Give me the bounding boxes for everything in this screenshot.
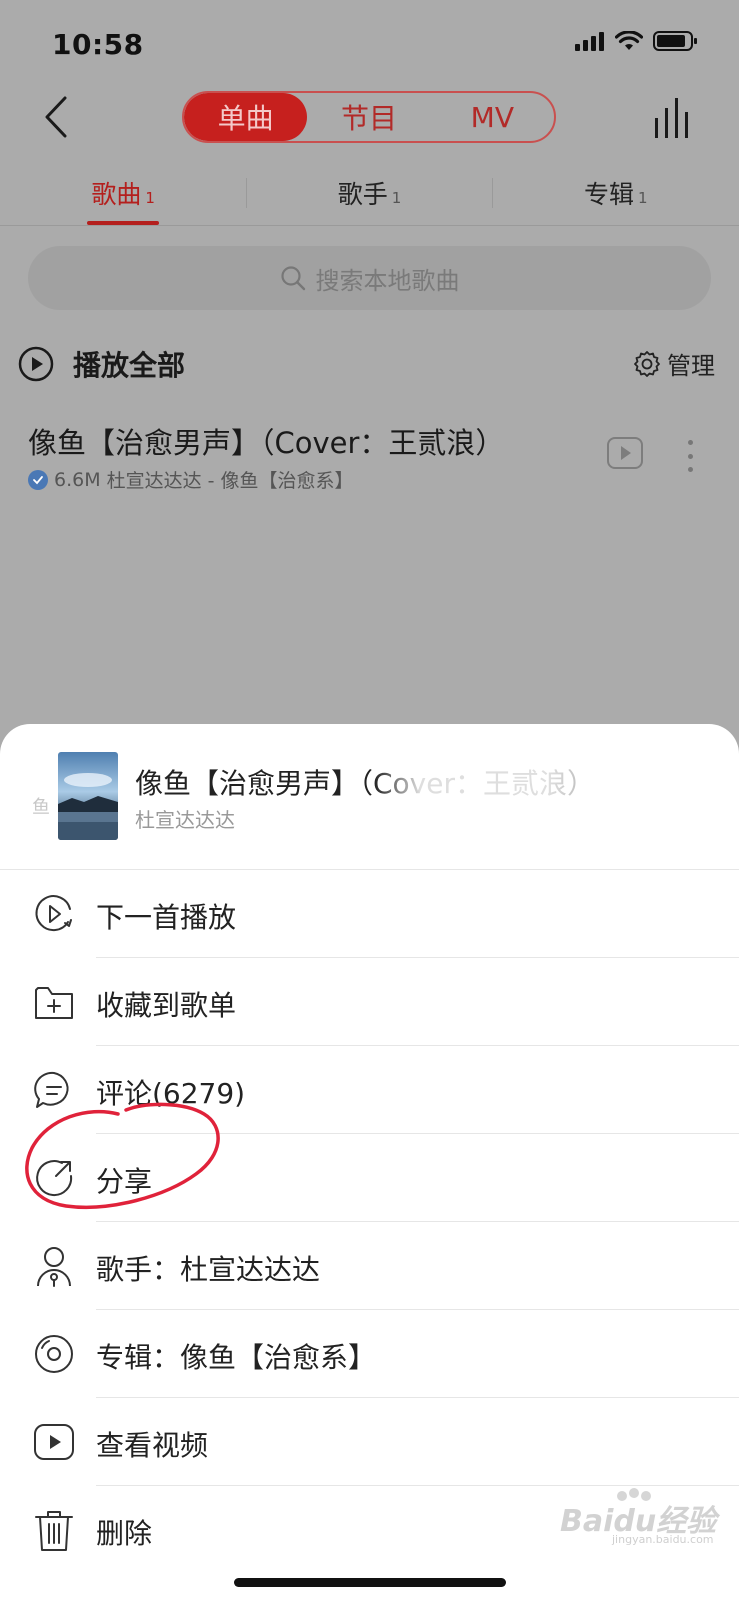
battery-icon bbox=[653, 31, 697, 51]
album-cover bbox=[58, 752, 118, 840]
play-next-icon bbox=[35, 895, 72, 932]
song-size: 6.6M bbox=[54, 468, 101, 491]
tab-divider bbox=[246, 178, 247, 208]
song-meta: 6.6M 杜宣达达达 - 像鱼【治愈系】 bbox=[28, 466, 354, 493]
menu-item-watch-video[interactable]: 查看视频 bbox=[0, 1398, 739, 1486]
add-folder-icon bbox=[35, 987, 73, 1019]
menu-label: 歌手：杜宣达达达 bbox=[96, 1253, 321, 1286]
menu-label: 收藏到歌单 bbox=[96, 989, 237, 1022]
back-button[interactable] bbox=[36, 94, 76, 140]
home-indicator bbox=[234, 1578, 506, 1587]
song-artist-album: 杜宣达达达 - 像鱼【治愈系】 bbox=[106, 470, 354, 492]
nav-bar: 单曲 节目 MV bbox=[0, 86, 739, 148]
tab-albums-label: 专辑 bbox=[584, 179, 635, 209]
song-title: 像鱼【治愈男声】（Cover：王贰浪） bbox=[28, 426, 505, 460]
now-playing-button[interactable] bbox=[651, 96, 695, 140]
wifi-icon bbox=[615, 31, 643, 50]
play-circle-icon[interactable] bbox=[18, 346, 54, 382]
cellular-signal-icon bbox=[575, 32, 604, 51]
menu-item-artist[interactable]: 歌手：杜宣达达达 bbox=[0, 1222, 739, 1310]
share-icon bbox=[36, 1160, 73, 1197]
chevron-left-icon bbox=[45, 96, 67, 138]
menu-item-comments[interactable]: 评论(6279) bbox=[0, 1046, 739, 1134]
dot bbox=[687, 453, 693, 459]
song-video-play-icon[interactable] bbox=[606, 434, 644, 472]
menu-label: 分享 bbox=[96, 1165, 153, 1198]
status-icons bbox=[575, 30, 699, 52]
gear-icon bbox=[634, 350, 660, 377]
menu-label: 查看视频 bbox=[96, 1429, 209, 1462]
menu-item-album[interactable]: 专辑：像鱼【治愈系】 bbox=[0, 1310, 739, 1398]
comment-icon bbox=[34, 1071, 69, 1108]
segment-mv[interactable]: MV bbox=[431, 93, 554, 141]
menu-item-share[interactable]: 分享 bbox=[0, 1134, 739, 1222]
segment-program[interactable]: 节目 bbox=[307, 93, 430, 141]
menu-label: 删除 bbox=[96, 1517, 153, 1550]
segment-control: 单曲 节目 MV bbox=[182, 91, 556, 143]
status-bar: 10:58 bbox=[0, 0, 739, 86]
sheet-header: 鱼 像鱼【治愈男声】（Cover：王贰浪） 杜宣达达达 bbox=[0, 724, 739, 870]
menu-item-add-to-playlist[interactable]: 收藏到歌单 bbox=[0, 958, 739, 1046]
song-row[interactable]: 像鱼【治愈男声】（Cover：王贰浪） 6.6M 杜宣达达达 - 像鱼【治愈系】 bbox=[0, 410, 739, 510]
tab-albums[interactable]: 专辑 1 bbox=[493, 160, 739, 225]
search-input[interactable]: 搜索本地歌曲 bbox=[28, 246, 711, 310]
tab-artists-count: 1 bbox=[391, 188, 402, 207]
options-menu: 下一首播放 收藏到歌单 评论(6279) 分享 歌手：杜宣达达达 专辑：像鱼【治… bbox=[0, 870, 739, 1574]
search-placeholder: 搜索本地歌曲 bbox=[315, 266, 460, 295]
sheet-song-title: 像鱼【治愈男声】（Cover：王贰浪） bbox=[135, 767, 595, 800]
menu-label: 下一首播放 bbox=[96, 901, 237, 934]
tab-bar: 歌曲 1 歌手 1 专辑 1 bbox=[0, 160, 739, 226]
equalizer-icon bbox=[655, 98, 688, 138]
video-icon bbox=[34, 1424, 74, 1460]
tab-artists[interactable]: 歌手 1 bbox=[246, 160, 492, 225]
artist-icon bbox=[37, 1247, 71, 1287]
watermark-url: jingyan.baidu.com bbox=[612, 1533, 714, 1546]
downloaded-check-icon bbox=[28, 469, 48, 490]
sheet-song-artist: 杜宣达达达 bbox=[135, 808, 235, 832]
song-options-sheet: 鱼 像鱼【治愈男声】（Cover：王贰浪） 杜宣达达达 下一首播放 收藏到歌单 … bbox=[0, 724, 739, 1600]
tab-songs-label: 歌曲 bbox=[91, 179, 142, 209]
tab-divider bbox=[492, 178, 493, 208]
dot bbox=[687, 440, 693, 445]
more-options-button[interactable] bbox=[678, 436, 702, 476]
segment-single[interactable]: 单曲 bbox=[184, 93, 308, 141]
play-all-row: 播放全部 管理 bbox=[0, 336, 739, 392]
manage-button[interactable]: 管理 bbox=[633, 346, 715, 381]
tab-artists-label: 歌手 bbox=[337, 179, 388, 209]
dot bbox=[687, 467, 693, 472]
search-icon bbox=[280, 266, 305, 291]
tab-songs-count: 1 bbox=[145, 188, 155, 207]
menu-label: 专辑：像鱼【治愈系】 bbox=[96, 1341, 377, 1374]
tab-songs[interactable]: 歌曲 1 bbox=[0, 160, 246, 225]
menu-label: 评论(6279) bbox=[96, 1077, 246, 1110]
manage-label: 管理 bbox=[667, 352, 715, 380]
play-all-button[interactable]: 播放全部 bbox=[73, 344, 185, 384]
status-time: 10:58 bbox=[52, 28, 144, 61]
trash-icon bbox=[35, 1511, 73, 1551]
menu-item-play-next[interactable]: 下一首播放 bbox=[0, 870, 739, 958]
album-icon bbox=[35, 1335, 73, 1373]
tab-albums-count: 1 bbox=[638, 188, 648, 207]
